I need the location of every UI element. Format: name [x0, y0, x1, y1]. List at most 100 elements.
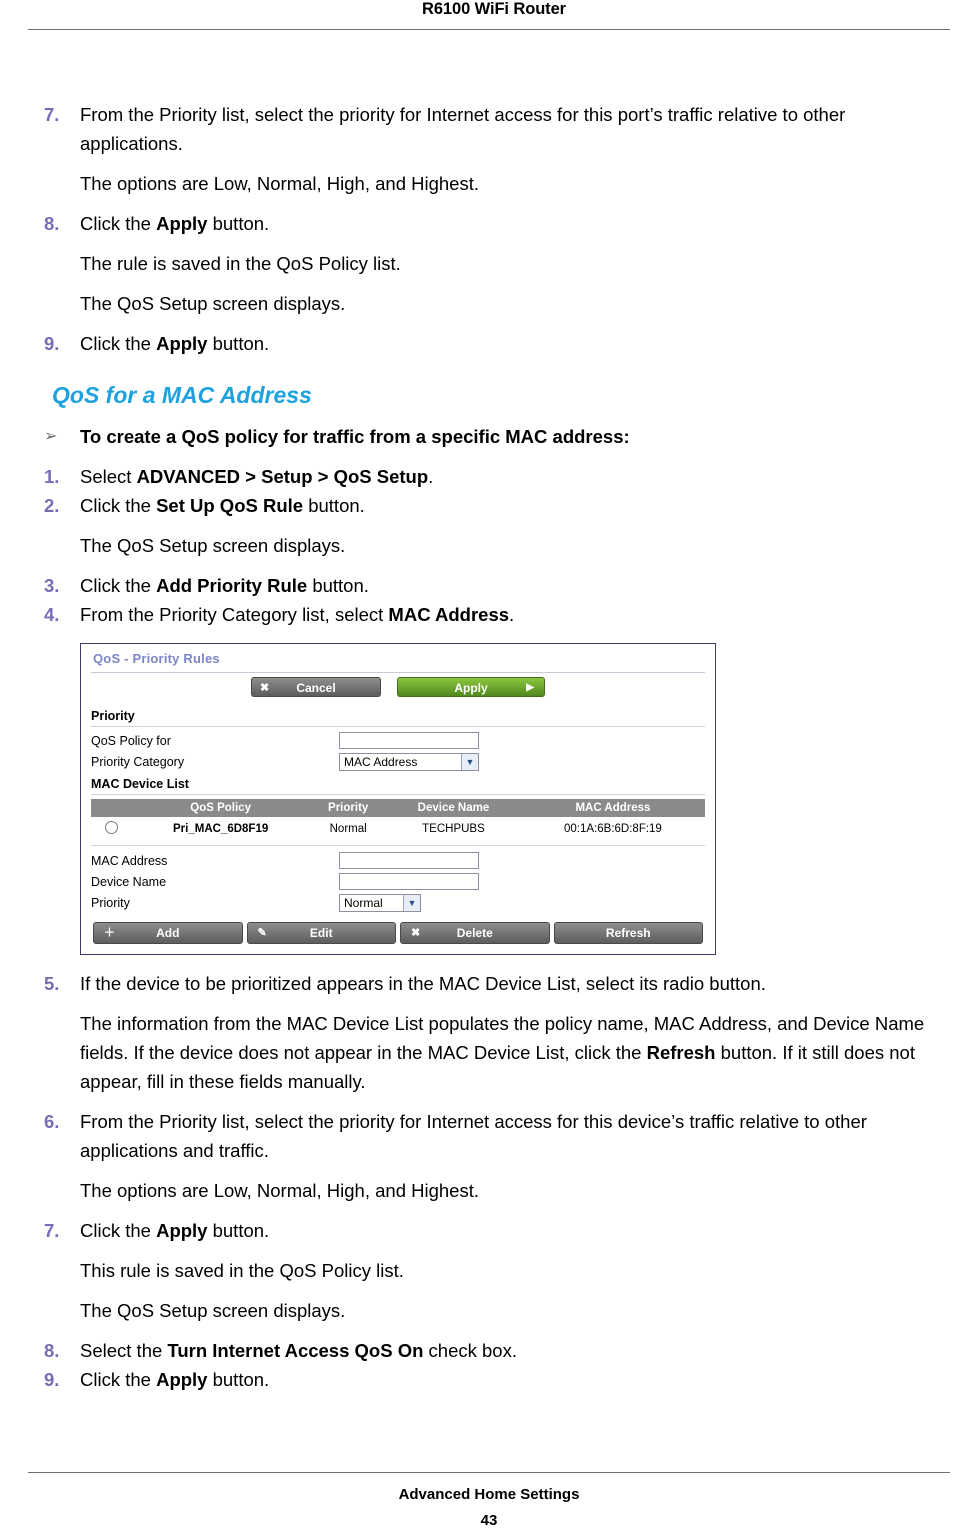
table-header-device-name: Device Name: [386, 799, 521, 817]
step-1: 1. Select ADVANCED > Setup > QoS Setup.: [44, 462, 934, 491]
step-text: If the device to be prioritized appears …: [80, 973, 766, 994]
apply-button[interactable]: Apply ▶: [397, 677, 545, 697]
step-number: 2.: [44, 495, 60, 516]
step-text-bold: ADVANCED > Setup > QoS Setup: [136, 466, 429, 487]
step-text-post: check box.: [423, 1340, 517, 1361]
step-text: From the Priority list, select the prior…: [80, 1111, 867, 1161]
step-number: 6.: [44, 1111, 60, 1132]
step-text-pre: Click the: [80, 1369, 157, 1390]
device-name-input[interactable]: [339, 873, 479, 890]
table-header-mac-address: MAC Address: [520, 799, 705, 817]
refresh-button[interactable]: Refresh: [553, 922, 703, 944]
step-number: 8.: [44, 1340, 60, 1361]
table-header-row: QoS Policy Priority Device Name MAC Addr…: [91, 799, 705, 817]
step-text: Click the Apply button.: [80, 1365, 934, 1394]
mac-address-input[interactable]: [339, 852, 479, 869]
row-mac-address: 00:1A:6B:6D:8F:19: [564, 823, 662, 835]
step-text-post: button.: [207, 213, 270, 234]
figure-action-buttons: ✖ Cancel Apply ▶: [81, 673, 715, 705]
step-text-pre: Click the: [80, 213, 157, 234]
cancel-button-label: Cancel: [296, 681, 336, 695]
step-text-bold: MAC Address: [388, 604, 510, 625]
table-header-select: [91, 799, 131, 817]
step-number: 7.: [44, 104, 60, 125]
step-text-pre: Select the: [80, 1340, 168, 1361]
step-5-sub: The information from the MAC Device List…: [80, 1009, 934, 1096]
step-text-bold: Apply: [156, 333, 208, 354]
step-text-post: button.: [307, 575, 369, 596]
step-text-post: .: [509, 604, 515, 625]
edit-button[interactable]: ✎ Edit: [246, 922, 396, 944]
step-7: 7. From the Priority list, select the pr…: [44, 100, 934, 158]
field-mac-address: MAC Address: [81, 850, 715, 871]
cancel-button[interactable]: ✖ Cancel: [251, 677, 381, 697]
step-text-bold: Turn Internet Access QoS On: [167, 1340, 424, 1361]
field-label: Priority Category: [91, 755, 185, 769]
delete-button[interactable]: ✖ Delete: [400, 922, 550, 944]
add-button[interactable]: ＋ Add: [93, 922, 243, 944]
qos-policy-for-input[interactable]: [339, 732, 479, 749]
step-text-pre: Click the: [80, 333, 157, 354]
field-label: Priority: [91, 896, 130, 910]
refresh-button-label: Refresh: [605, 926, 651, 940]
close-icon: ✖: [260, 682, 270, 694]
step-text-pre: Click the: [80, 495, 157, 516]
step-number: 8.: [44, 213, 60, 234]
step-4: 4. From the Priority Category list, sele…: [44, 600, 934, 629]
document-page: R6100 WiFi Router 7. From the Priority l…: [0, 0, 978, 1537]
page-number: 43: [480, 1512, 498, 1529]
step-text-bold: Apply: [156, 1369, 208, 1390]
step-number: 1.: [44, 466, 60, 487]
plus-icon: ＋: [104, 927, 115, 939]
step-text: From the Priority Category list, select …: [80, 600, 934, 629]
priority-category-value: MAC Address: [344, 755, 418, 769]
step-number: 4.: [44, 604, 60, 625]
add-button-label: Add: [156, 926, 180, 940]
priority-select[interactable]: Normal ▼: [339, 894, 421, 912]
play-arrow-icon: ▶: [526, 682, 534, 693]
step-text-pre: From the Priority Category list, select: [80, 604, 389, 625]
step-number: 9.: [44, 333, 60, 354]
step-text-pre: Select: [80, 466, 137, 487]
arrow-icon: ➢: [44, 428, 58, 445]
step-text-pre: Click the: [80, 575, 157, 596]
edit-button-label: Edit: [309, 926, 333, 940]
delete-button-label: Delete: [456, 926, 493, 940]
step-text: Select the Turn Internet Access QoS On c…: [80, 1336, 934, 1365]
step-text-post: button.: [207, 333, 270, 354]
step-number: 3.: [44, 575, 60, 596]
step-8-sub2: The QoS Setup screen displays.: [80, 293, 346, 314]
step-text-bold: Apply: [156, 213, 208, 234]
section-divider: [91, 726, 705, 727]
step-7-second: 7. Click the Apply button.: [44, 1216, 934, 1245]
step-text: Click the Set Up QoS Rule button.: [80, 491, 934, 520]
step-text: Select ADVANCED > Setup > QoS Setup.: [80, 462, 934, 491]
field-qos-policy-for: QoS Policy for: [81, 730, 715, 751]
table-header-qos-policy: QoS Policy: [131, 799, 311, 817]
row-priority: Normal: [329, 823, 367, 835]
header-divider: [28, 29, 950, 30]
footer-section-title: Advanced Home Settings: [398, 1486, 580, 1503]
footer-divider: [28, 1472, 950, 1473]
step-text-post: .: [428, 466, 434, 487]
table-divider: [91, 845, 705, 846]
row-radio-button[interactable]: [104, 821, 118, 834]
step-8: 8. Click the Apply button.: [44, 209, 934, 238]
step-text: Click the Apply button.: [80, 1216, 934, 1245]
priority-value: Normal: [344, 896, 383, 910]
priority-section-label: Priority: [91, 709, 135, 723]
priority-category-select[interactable]: MAC Address ▼: [339, 753, 479, 771]
step-sub-bold: Refresh: [646, 1042, 716, 1063]
row-radio-cell[interactable]: [91, 817, 131, 841]
section-heading: QoS for a MAC Address: [52, 382, 312, 408]
